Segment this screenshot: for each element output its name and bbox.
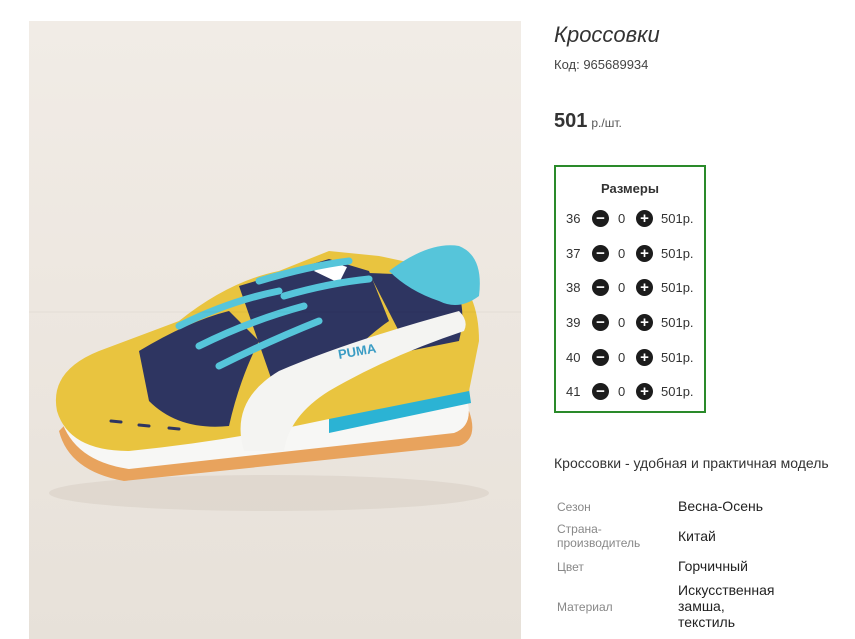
- size-row: 36 − 0 + 501р.: [556, 209, 704, 229]
- decrease-quantity-button[interactable]: −: [592, 245, 609, 262]
- size-row: 38 − 0 + 501р.: [556, 278, 704, 298]
- product-description: Кроссовки - удобная и практичная модель: [554, 455, 829, 471]
- price-unit: р./шт.: [591, 116, 622, 130]
- product-price: 501 р./шт.: [554, 110, 622, 133]
- increase-quantity-button[interactable]: +: [636, 210, 653, 227]
- size-label: 38: [566, 280, 581, 295]
- decrease-quantity-button[interactable]: −: [592, 210, 609, 227]
- quantity-value: 0: [618, 280, 626, 295]
- size-row: 39 − 0 + 501р.: [556, 313, 704, 333]
- sizes-panel: Размеры 36 − 0 + 501р. 37 − 0 + 501р. 38…: [554, 165, 706, 413]
- sneaker-illustration: PUMA: [49, 245, 489, 511]
- attr-label-country: Страна- производитель: [557, 522, 641, 550]
- size-label: 36: [566, 211, 581, 226]
- quantity-value: 0: [618, 246, 626, 261]
- increase-quantity-button[interactable]: +: [636, 279, 653, 296]
- increase-quantity-button[interactable]: +: [636, 245, 653, 262]
- attr-label-material: Материал: [557, 600, 613, 614]
- attr-value-season: Весна-Осень: [678, 498, 764, 514]
- attr-value-country: Китай: [678, 528, 716, 544]
- increase-quantity-button[interactable]: +: [636, 314, 653, 331]
- increase-quantity-button[interactable]: +: [636, 349, 653, 366]
- quantity-value: 0: [618, 211, 626, 226]
- decrease-quantity-button[interactable]: −: [592, 314, 609, 331]
- size-label: 41: [566, 384, 581, 399]
- attr-value-color: Горчичный: [678, 558, 748, 574]
- attr-label-season: Сезон: [557, 500, 591, 514]
- size-price: 501р.: [661, 350, 694, 365]
- product-code: Код: 965689934: [554, 57, 649, 72]
- size-price: 501р.: [661, 315, 694, 330]
- attr-label-color: Цвет: [557, 560, 584, 574]
- price-value: 501: [554, 110, 588, 132]
- decrease-quantity-button[interactable]: −: [592, 383, 609, 400]
- quantity-value: 0: [618, 315, 626, 330]
- decrease-quantity-button[interactable]: −: [592, 279, 609, 296]
- size-label: 37: [566, 246, 581, 261]
- size-row: 41 − 0 + 501р.: [556, 382, 704, 402]
- quantity-value: 0: [618, 350, 626, 365]
- size-price: 501р.: [661, 211, 694, 226]
- size-label: 39: [566, 315, 581, 330]
- increase-quantity-button[interactable]: +: [636, 383, 653, 400]
- product-title: Кроссовки: [554, 22, 660, 47]
- size-row: 40 − 0 + 501р.: [556, 348, 704, 368]
- attr-value-material: Искусственная замша, текстиль: [678, 582, 775, 630]
- quantity-value: 0: [618, 384, 626, 399]
- size-label: 40: [566, 350, 581, 365]
- decrease-quantity-button[interactable]: −: [592, 349, 609, 366]
- size-price: 501р.: [661, 384, 694, 399]
- product-photo[interactable]: PUMA: [29, 21, 521, 639]
- size-price: 501р.: [661, 246, 694, 261]
- sizes-header: Размеры: [601, 181, 659, 196]
- size-row: 37 − 0 + 501р.: [556, 244, 704, 264]
- size-price: 501р.: [661, 280, 694, 295]
